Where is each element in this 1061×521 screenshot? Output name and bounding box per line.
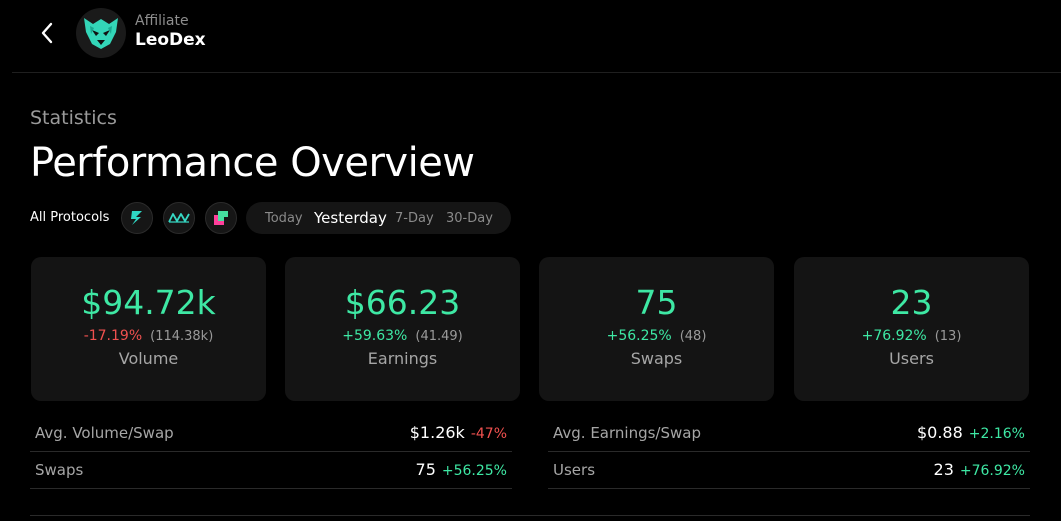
metric-row-swaps: Swaps 75 +56.25% xyxy=(30,451,512,489)
affiliate-label: Affiliate xyxy=(135,13,189,29)
top-bar: Affiliate LeoDex xyxy=(12,0,1061,73)
card-change: +59.63% xyxy=(342,328,408,344)
row-label: Users xyxy=(553,461,596,479)
row-value-group: $1.26k -47% xyxy=(410,423,507,444)
protocol-filter-maya[interactable] xyxy=(163,202,195,234)
row-change: +2.16% xyxy=(968,426,1025,442)
range-option-7-day[interactable]: 7-Day xyxy=(395,210,434,227)
row-value-group: 23 +76.92% xyxy=(934,460,1025,481)
card-delta: +59.63% (41.49) xyxy=(285,327,520,346)
protocol-filter-thorchain[interactable] xyxy=(121,202,153,234)
chainflip-icon xyxy=(214,211,228,225)
protocol-filter-chainflip[interactable] xyxy=(205,202,237,234)
row-label: Avg. Earnings/Swap xyxy=(553,424,701,442)
card-previous: (41.49) xyxy=(415,329,463,344)
row-value: 23 xyxy=(933,460,954,479)
card-value: $94.72k xyxy=(81,283,216,322)
card-value: 23 xyxy=(890,283,933,322)
card-value: 75 xyxy=(635,283,678,322)
card-label: Users xyxy=(889,349,934,368)
back-button[interactable] xyxy=(38,20,56,46)
metric-row-avg-volume-swap: Avg. Volume/Swap $1.26k -47% xyxy=(30,414,512,452)
affiliate-name: LeoDex xyxy=(135,30,206,50)
row-value: $0.88 xyxy=(916,423,963,442)
page-subtitle: Statistics xyxy=(30,107,117,129)
card-change: +56.25% xyxy=(606,328,672,344)
chevron-left-icon xyxy=(41,22,53,44)
section-divider xyxy=(30,515,1030,516)
page-title: Performance Overview xyxy=(30,140,475,186)
card-label: Swaps xyxy=(630,349,683,368)
lion-logo-icon xyxy=(84,18,118,49)
stat-card-users: 23 +76.92% (13) Users xyxy=(794,257,1029,401)
card-previous: (13) xyxy=(934,329,962,344)
date-range-selector: Today Yesterday 7-Day 30-Day xyxy=(246,202,511,234)
card-delta: +56.25% (48) xyxy=(539,327,774,346)
row-change: -47% xyxy=(470,426,507,442)
card-label: Earnings xyxy=(367,349,438,368)
row-value-group: $0.88 +2.16% xyxy=(917,423,1025,444)
stat-card-swaps: 75 +56.25% (48) Swaps xyxy=(539,257,774,401)
card-change: -17.19% xyxy=(83,328,143,344)
card-previous: (114.38k) xyxy=(150,329,214,344)
card-delta: +76.92% (13) xyxy=(794,327,1029,346)
affiliate-stats-page: Affiliate LeoDex Statistics Performance … xyxy=(0,0,1061,521)
metric-row-users: Users 23 +76.92% xyxy=(548,451,1030,489)
range-option-yesterday[interactable]: Yesterday xyxy=(314,208,387,228)
thorchain-icon xyxy=(131,211,142,225)
row-label: Avg. Volume/Swap xyxy=(35,424,174,442)
row-change: +56.25% xyxy=(441,463,507,479)
range-option-30-day[interactable]: 30-Day xyxy=(446,210,493,227)
card-previous: (48) xyxy=(679,329,707,344)
row-label: Swaps xyxy=(35,461,84,479)
metric-row-avg-earnings-swap: Avg. Earnings/Swap $0.88 +2.16% xyxy=(548,414,1030,452)
stat-card-earnings: $66.23 +59.63% (41.49) Earnings xyxy=(285,257,520,401)
row-change: +76.92% xyxy=(959,463,1025,479)
card-delta: -17.19% (114.38k) xyxy=(31,327,266,346)
range-option-today[interactable]: Today xyxy=(265,210,303,227)
card-value: $66.23 xyxy=(344,283,461,322)
row-value: 75 xyxy=(415,460,436,479)
card-change: +76.92% xyxy=(861,328,927,344)
row-value-group: 75 +56.25% xyxy=(416,460,507,481)
all-protocols-filter[interactable]: All Protocols xyxy=(30,208,109,228)
maya-icon xyxy=(168,213,190,223)
card-label: Volume xyxy=(118,349,179,368)
row-value: $1.26k xyxy=(409,423,465,442)
avatar xyxy=(76,8,126,58)
stat-card-volume: $94.72k -17.19% (114.38k) Volume xyxy=(31,257,266,401)
